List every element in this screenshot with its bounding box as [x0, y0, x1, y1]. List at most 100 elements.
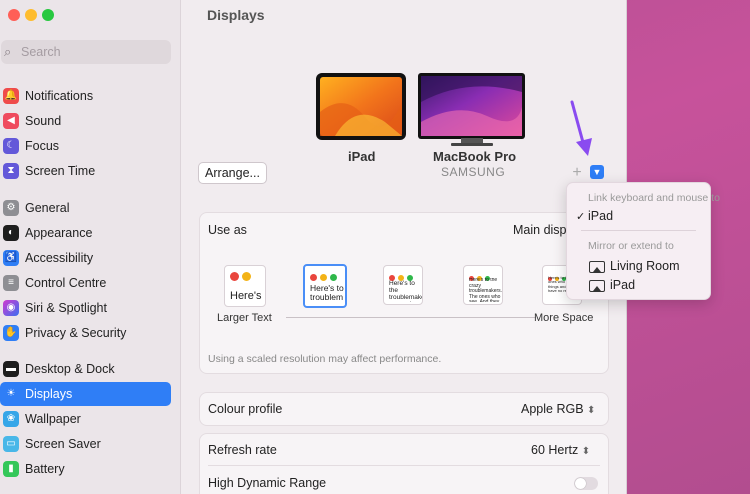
- scale-preview-text: Here's to the crazy troublemakers. The o…: [469, 278, 503, 302]
- menu-header-link: Link keyboard and mouse to: [588, 192, 720, 204]
- airplay-icon: [589, 261, 605, 273]
- sidebar-item-label: Appearance: [25, 226, 93, 240]
- updown-chevron-icon: ⬍: [587, 405, 596, 416]
- colour-profile-label: Colour profile: [208, 402, 283, 416]
- sidebar-item-label: Control Centre: [25, 276, 107, 290]
- menu-separator: [581, 230, 696, 231]
- search-input[interactable]: ⌕ Search: [1, 40, 171, 64]
- menu-item-living-room[interactable]: Living Room: [610, 259, 679, 273]
- switches-icon: ≡: [3, 275, 19, 291]
- speaker-icon: ◀: [3, 113, 19, 129]
- ipad-display-name: iPad: [348, 149, 376, 164]
- sidebar-item-label: Accessibility: [25, 251, 94, 265]
- sidebar-item-label: Sound: [25, 114, 62, 128]
- more-space-caption: More Space: [534, 312, 594, 324]
- sidebar: ⌕ Search 🔔 Notifications ◀ Sound ☾ Focus…: [0, 0, 181, 494]
- zoom-window-button[interactable]: [42, 9, 54, 21]
- resolution-panel: Use as Main displ Here's Here's to troub…: [199, 212, 609, 374]
- scale-option-larger-text[interactable]: Here's: [224, 265, 266, 307]
- sidebar-item-general[interactable]: ⚙ General: [0, 196, 171, 220]
- gear-icon: ⚙: [3, 200, 19, 216]
- bell-icon: 🔔: [3, 88, 19, 104]
- siri-icon: ◉: [3, 300, 19, 316]
- sidebar-item-label: Displays: [25, 387, 73, 401]
- sidebar-item-screen-saver[interactable]: ▭ Screen Saver: [0, 432, 171, 456]
- page-title: Displays: [207, 7, 265, 23]
- minimize-window-button[interactable]: [25, 9, 37, 21]
- sidebar-item-desktop-dock[interactable]: ▬ Desktop & Dock: [0, 357, 171, 381]
- updown-chevron-icon: ⬍: [581, 446, 591, 457]
- annotation-arrow-icon: [570, 100, 592, 156]
- refresh-rate-value: 60 Hertz: [531, 443, 579, 457]
- arrange-button[interactable]: Arrange...: [198, 162, 267, 184]
- scale-preview-text: Here's to the troublemakers. ones who: [389, 280, 422, 302]
- sidebar-item-accessibility[interactable]: ♿ Accessibility: [0, 246, 171, 270]
- colour-profile-row: Colour profile Apple RGB ⬍: [199, 392, 609, 426]
- sidebar-item-sound[interactable]: ◀ Sound: [0, 109, 171, 133]
- menu-item-ipad-mirror[interactable]: iPad: [610, 278, 635, 292]
- search-placeholder: Search: [21, 45, 61, 59]
- sidebar-item-screen-time[interactable]: ⧗ Screen Time: [0, 159, 171, 183]
- menu-item-ipad-link[interactable]: iPad: [588, 209, 613, 223]
- display-dropdown-menu: Link keyboard and mouse to ✓ iPad Mirror…: [566, 182, 720, 300]
- sidebar-item-appearance[interactable]: ◐ Appearance: [0, 221, 171, 245]
- ipad-display-thumbnail[interactable]: [315, 72, 407, 142]
- scale-option-2-selected[interactable]: Here's to troublem: [303, 264, 347, 308]
- sidebar-item-battery[interactable]: ▮ Battery: [0, 457, 171, 481]
- sidebar-item-label: Privacy & Security: [25, 326, 127, 340]
- macbook-display-sub: SAMSUNG: [441, 165, 506, 179]
- sidebar-item-label: Screen Saver: [25, 437, 101, 451]
- divider: [208, 465, 600, 466]
- use-as-value[interactable]: Main displ: [513, 223, 569, 237]
- refresh-rate-label: Refresh rate: [208, 443, 277, 457]
- sidebar-item-label: Siri & Spotlight: [25, 301, 107, 315]
- add-display-button[interactable]: +: [568, 164, 586, 182]
- sidebar-item-label: Wallpaper: [25, 412, 81, 426]
- sidebar-item-label: Desktop & Dock: [25, 362, 115, 376]
- sidebar-item-focus[interactable]: ☾ Focus: [0, 134, 171, 158]
- airplay-icon: [589, 280, 605, 292]
- refresh-hdr-panel: Refresh rate 60 Hertz ⬍ High Dynamic Ran…: [199, 433, 609, 494]
- close-window-button[interactable]: [8, 9, 20, 21]
- battery-icon: ▮: [3, 461, 19, 477]
- scale-option-3[interactable]: Here's to the troublemakers. ones who: [383, 265, 423, 305]
- displays-pane: Displays iPad MacBook Pro SAMSUNG Arrang…: [181, 0, 626, 494]
- sidebar-item-siri-spotlight[interactable]: ◉ Siri & Spotlight: [0, 296, 171, 320]
- sidebar-item-notifications[interactable]: 🔔 Notifications: [0, 84, 171, 108]
- hand-icon: ✋: [3, 325, 19, 341]
- sidebar-item-label: Notifications: [25, 89, 94, 103]
- hdr-toggle[interactable]: [574, 477, 598, 490]
- checkmark-icon: ✓: [576, 211, 586, 223]
- sidebar-item-privacy-security[interactable]: ✋ Privacy & Security: [0, 321, 171, 345]
- sidebar-item-control-centre[interactable]: ≡ Control Centre: [0, 271, 171, 295]
- scale-note: Using a scaled resolution may affect per…: [208, 353, 442, 365]
- screensaver-icon: ▭: [3, 436, 19, 452]
- add-display-dropdown[interactable]: ▼: [590, 165, 604, 179]
- scale-preview-text: Here's to troublem: [310, 284, 344, 302]
- sun-icon: ☀: [3, 386, 19, 402]
- colour-profile-value: Apple RGB: [521, 402, 584, 416]
- sidebar-item-label: Focus: [25, 139, 60, 153]
- colour-profile-select[interactable]: Apple RGB ⬍: [521, 402, 595, 416]
- sidebar-item-wallpaper[interactable]: ❀ Wallpaper: [0, 407, 171, 431]
- chevron-down-icon: ▼: [592, 167, 602, 177]
- macbook-display-name: MacBook Pro: [433, 149, 517, 164]
- menu-header-mirror: Mirror or extend to: [588, 240, 674, 252]
- accessibility-icon: ♿: [3, 250, 19, 266]
- scale-option-4[interactable]: Here's to the crazy troublemakers. The o…: [463, 265, 503, 305]
- sidebar-item-label: Screen Time: [25, 164, 96, 178]
- hourglass-icon: ⧗: [3, 163, 19, 179]
- macbook-display-thumbnail[interactable]: [417, 72, 527, 147]
- use-as-label: Use as: [208, 223, 247, 237]
- appearance-icon: ◐: [3, 225, 19, 241]
- refresh-rate-select[interactable]: 60 Hertz ⬍: [531, 443, 590, 457]
- moon-icon: ☾: [3, 138, 19, 154]
- flower-icon: ❀: [3, 411, 19, 427]
- sidebar-item-displays[interactable]: ☀ Displays: [0, 382, 171, 406]
- search-icon: ⌕: [4, 44, 12, 59]
- sidebar-item-label: Battery: [25, 462, 65, 476]
- scale-preview-text: Here's: [230, 290, 262, 302]
- sidebar-item-label: General: [25, 201, 70, 215]
- dock-icon: ▬: [3, 361, 19, 377]
- scale-slider-track[interactable]: [286, 317, 536, 318]
